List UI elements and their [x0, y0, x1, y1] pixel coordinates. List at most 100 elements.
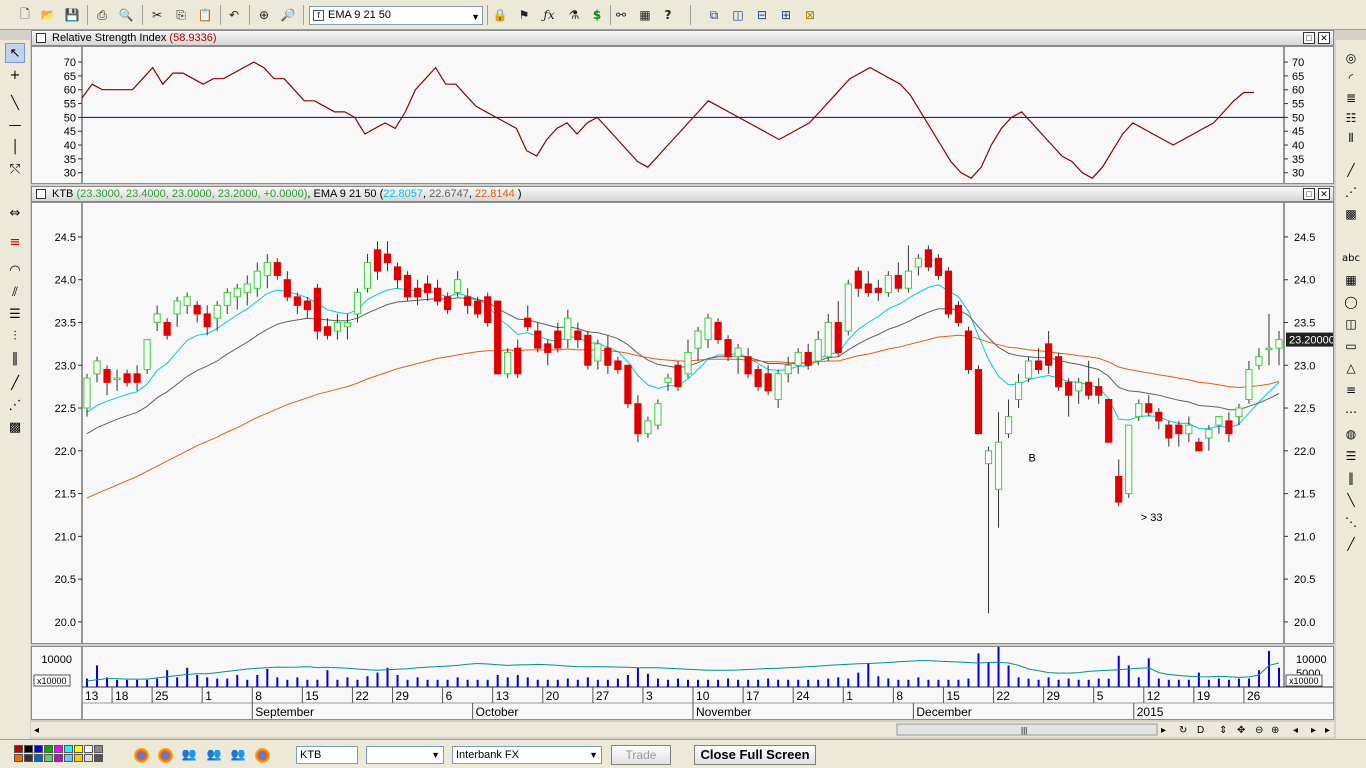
fit-icon[interactable]: ⇕	[1219, 725, 1227, 736]
help-icon[interactable]: ?	[659, 6, 677, 24]
close-icon[interactable]: ✕	[1318, 32, 1330, 44]
triangle-tool-icon[interactable]: △	[1340, 358, 1362, 378]
close-icon[interactable]: ✕	[1318, 188, 1330, 200]
fib-arcs-icon[interactable]: ☰	[1340, 446, 1362, 466]
price-pane-header[interactable]: KTB (23.3000, 23.4000, 23.0000, 23.2000,…	[31, 186, 1334, 202]
print-icon[interactable]: ⎙	[93, 6, 111, 24]
zoom-in-icon[interactable]: ⊕	[1271, 725, 1279, 736]
toolbar-separator	[690, 5, 691, 25]
gann-box-icon[interactable]: ▩	[1340, 204, 1362, 224]
channel-lines-icon[interactable]: ≡	[1340, 380, 1362, 400]
print-preview-icon[interactable]: 🔍	[117, 6, 135, 24]
zoom-out-icon[interactable]: ⊖	[1255, 725, 1263, 736]
tile-vertical-icon[interactable]: ◫	[729, 6, 747, 24]
lock-icon[interactable]: 🔒	[491, 6, 509, 24]
rsi-pane-header[interactable]: Relative Strength Index (58.9336) □ ✕	[31, 30, 1334, 46]
cut-icon[interactable]: ✂	[148, 6, 166, 24]
rsi-tick-label-left: 65	[64, 71, 76, 83]
move-icon[interactable]: ✥	[1237, 725, 1245, 736]
scroll-right-icon[interactable]: ▸	[1161, 725, 1166, 736]
save-icon[interactable]: 💾	[63, 6, 81, 24]
browser-icon[interactable]	[255, 748, 270, 763]
trendline-icon[interactable]: ╲	[5, 93, 25, 113]
horizontal-line-icon[interactable]: —	[5, 115, 25, 135]
new-icon[interactable]: 🗋	[16, 6, 34, 24]
quadrant-icon[interactable]: ╱	[1340, 534, 1362, 554]
browser-icon[interactable]	[158, 748, 173, 763]
volume-pane[interactable]: 10000 x10000 10000 5000 x10000 13 18 25 1 8 15 22 29…	[31, 643, 1334, 720]
users-icon[interactable]: 👥	[229, 745, 247, 763]
dollar-icon[interactable]: $	[588, 6, 606, 24]
speed-arc-icon[interactable]: ◎	[1340, 48, 1362, 68]
channel-icon[interactable]: ≣	[1340, 88, 1362, 108]
ellipse-tool-icon[interactable]: ◯	[1340, 292, 1362, 312]
rectangle-tool-icon[interactable]: ▭	[1340, 336, 1362, 356]
trend-angle-icon[interactable]: ╲	[1340, 490, 1362, 510]
end-icon[interactable]: ▸	[1325, 725, 1330, 736]
screen-icon[interactable]: ▦	[636, 6, 654, 24]
pointer-icon[interactable]: ↖	[5, 43, 25, 63]
indicator-select[interactable]: f EMA 9 21 50 ▼	[309, 6, 483, 25]
gann-fan-icon[interactable]: ⋱	[1340, 512, 1362, 532]
arrow-tool-icon[interactable]: ◫	[1340, 314, 1362, 334]
vertical-line-icon[interactable]: │	[5, 137, 25, 157]
fib-circles-icon[interactable]: ◍	[1340, 424, 1362, 444]
gann-grid-icon[interactable]: ▩	[5, 417, 25, 437]
cycle-lines-icon[interactable]: ‖	[5, 348, 25, 368]
text-tool-icon[interactable]: abc	[1340, 248, 1362, 268]
delete-drawing-icon[interactable]: ⤲	[5, 159, 25, 179]
scan-icon[interactable]: ⚗	[565, 6, 583, 24]
chevron-down-icon[interactable]: ▼	[471, 9, 480, 26]
tile-grid-icon[interactable]: ⊞	[777, 6, 795, 24]
users-icon[interactable]: 👥	[180, 745, 198, 763]
price-pane[interactable]: 20.0 20.0 20.5 20.5 21.0 21.0 21.5 21.5 22.0 22.0…	[31, 202, 1335, 644]
next-icon[interactable]: ▸	[1311, 725, 1316, 736]
maximize-icon[interactable]: □	[1303, 32, 1315, 44]
cycle-tool-icon[interactable]: ‖	[1340, 468, 1362, 488]
exchange-select[interactable]: ▼	[366, 746, 444, 764]
andrews-pitchfork-icon[interactable]: ⋰	[1340, 182, 1362, 202]
fan-lines-icon[interactable]: ⋰	[5, 395, 25, 415]
feed-select[interactable]: Interbank FX ▼	[452, 746, 602, 764]
candle-body	[1115, 475, 1123, 503]
ray-icon[interactable]: ╱	[5, 373, 25, 393]
refresh-icon[interactable]: ↻	[1179, 725, 1187, 736]
fan-icon[interactable]: ◜	[1340, 68, 1362, 88]
flag-icon[interactable]: ≡	[5, 232, 25, 252]
trade-button[interactable]: Trade	[611, 745, 671, 765]
day-label: 5	[1097, 689, 1104, 703]
pitchfork-icon[interactable]: ⫽	[5, 282, 25, 302]
crosshair-tool-icon[interactable]: +	[5, 65, 25, 85]
rsi-pane[interactable]: 30 30 35 35 40 40 45 45 50 50 55 55 60 60 65 65 70 70	[31, 46, 1334, 184]
layout-icon[interactable]: ⊠	[801, 6, 819, 24]
users-icon[interactable]: 👥	[205, 745, 223, 763]
alert-icon[interactable]: ⚑	[515, 6, 533, 24]
symbol-input[interactable]: KTB	[296, 746, 358, 764]
table-tool-icon[interactable]: ▦	[1340, 270, 1362, 290]
maximize-icon[interactable]: □	[1303, 188, 1315, 200]
binoculars-icon[interactable]: ⚯	[612, 6, 630, 24]
paste-icon[interactable]: 📋	[196, 6, 214, 24]
tile-horizontal-icon[interactable]: ⊟	[753, 6, 771, 24]
undo-icon[interactable]: ↶	[225, 6, 243, 24]
prev-icon[interactable]: ◂	[1293, 725, 1298, 736]
scroll-left-icon[interactable]: ◂	[34, 725, 39, 736]
arc-icon[interactable]: ◠	[5, 260, 25, 280]
copy-icon[interactable]: ⎘	[172, 6, 190, 24]
fib-extension-icon[interactable]: ☷	[1340, 108, 1362, 128]
crosshair-icon[interactable]: ⊕	[255, 6, 273, 24]
regression-channel-icon[interactable]: ⫶	[5, 326, 25, 346]
speed-lines-icon[interactable]: ⋯	[1340, 402, 1362, 422]
cascade-icon[interactable]: ⧉	[705, 6, 723, 24]
day-icon[interactable]: D	[1197, 725, 1204, 736]
scroll-arrows-icon[interactable]: ⇔	[5, 203, 25, 223]
open-icon[interactable]: 📂	[39, 6, 57, 24]
fib-time-icon[interactable]: ⫴	[1340, 128, 1362, 148]
close-full-screen-button[interactable]: Close Full Screen	[694, 745, 816, 765]
color-palette[interactable]	[14, 745, 103, 763]
browser-icon[interactable]	[134, 748, 149, 763]
fibonacci-retracement-icon[interactable]: ☰	[5, 304, 25, 324]
line-segment-icon[interactable]: ╱	[1340, 160, 1362, 180]
function-icon[interactable]: ƒx	[540, 6, 558, 24]
zoom-icon[interactable]: 🔎	[279, 6, 297, 24]
